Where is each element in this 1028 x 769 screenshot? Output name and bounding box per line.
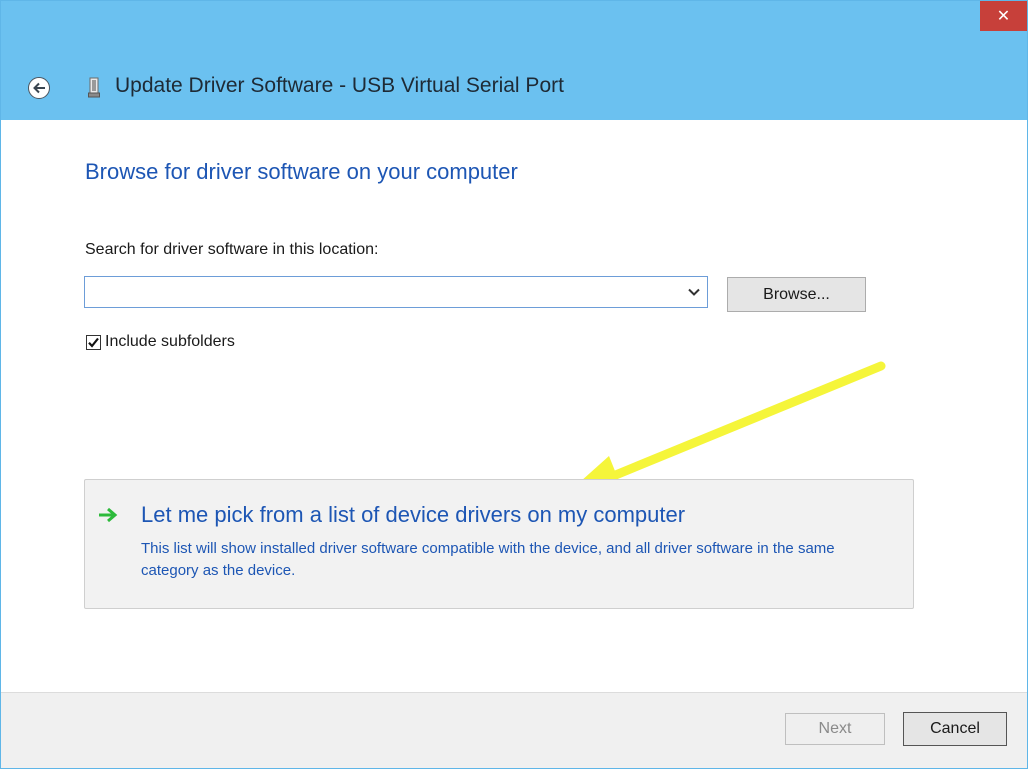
driver-path-input[interactable]: [85, 277, 675, 307]
checkmark-icon: [88, 337, 99, 348]
chevron-down-icon[interactable]: [687, 286, 701, 298]
pick-from-list-link[interactable]: Let me pick from a list of device driver…: [84, 479, 914, 609]
cancel-button[interactable]: Cancel: [903, 712, 1007, 746]
search-location-label: Search for driver software in this locat…: [85, 241, 379, 258]
include-subfolders-checkbox[interactable]: [86, 334, 101, 350]
title-bar: ✕ Update Driver Software - USB Virtual S…: [1, 1, 1027, 120]
include-subfolders-option[interactable]: Include subfolders: [86, 333, 235, 351]
page-heading: Browse for driver software on your compu…: [85, 159, 518, 184]
window-title: Update Driver Software - USB Virtual Ser…: [115, 74, 564, 97]
back-button[interactable]: [28, 77, 50, 99]
usb-device-icon: [88, 77, 100, 98]
dialog-window: ✕ Update Driver Software - USB Virtual S…: [0, 0, 1028, 769]
green-arrow-icon: [99, 507, 118, 523]
include-subfolders-label: Include subfolders: [105, 333, 235, 350]
next-button[interactable]: Next: [785, 713, 885, 745]
yellow-annotation-arrow-icon: [571, 361, 886, 490]
close-button[interactable]: ✕: [980, 1, 1027, 31]
pick-link-description: This list will show installed driver sof…: [141, 540, 835, 579]
back-arrow-icon: [33, 82, 45, 94]
pick-link-title: Let me pick from a list of device driver…: [141, 502, 686, 527]
browse-button[interactable]: Browse...: [727, 277, 866, 312]
close-icon: ✕: [996, 8, 1011, 25]
driver-path-combobox[interactable]: [84, 276, 708, 308]
dialog-footer: Next Cancel: [1, 692, 1027, 768]
